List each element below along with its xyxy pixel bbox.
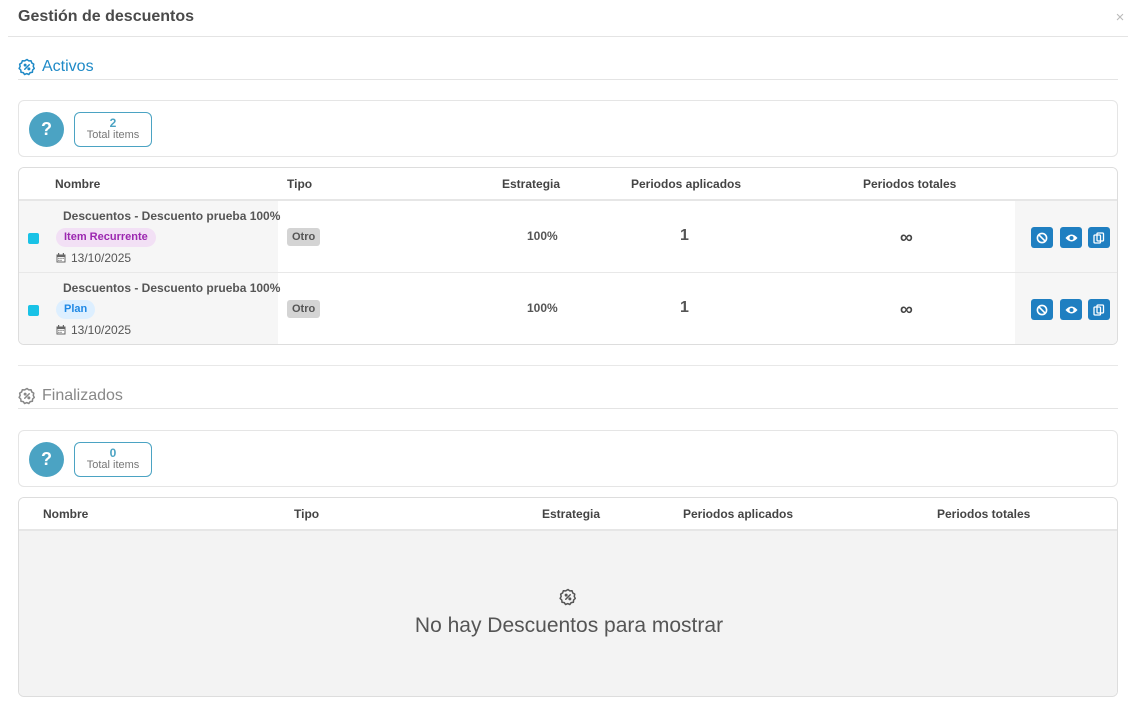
copy-icon [1093, 303, 1105, 316]
section-title-finalizados: Finalizados [18, 383, 1118, 409]
summary-box-finalizados: ? 0 Total items [18, 430, 1118, 487]
ban-icon [1036, 304, 1048, 315]
col-periodos-totales[interactable]: Periodos totales [937, 507, 1030, 521]
modal-header: Gestión de descuentos × [8, 0, 1128, 37]
eye-icon [1065, 306, 1077, 313]
view-button[interactable] [1060, 299, 1082, 320]
tipo-badge: Otro [287, 228, 321, 246]
total-items-count: 2 [109, 116, 117, 130]
date-text: 13/10/2025 [71, 251, 132, 265]
empty-message: No hay Descuentos para mostrar [414, 614, 724, 637]
discount-badge-icon [18, 58, 36, 75]
help-button[interactable]: ? [29, 442, 64, 477]
col-nombre[interactable]: Nombre [43, 507, 88, 521]
table-row: Descuentos - Descuento prueba 100% Item … [19, 201, 1117, 273]
finished-discounts-table: Nombre Tipo Estrategia Periodos aplicado… [18, 497, 1118, 697]
discount-badge-icon [559, 588, 577, 606]
section-divider [18, 365, 1118, 366]
tipo-badge: Otro [287, 300, 321, 318]
deactivate-button[interactable] [1031, 227, 1053, 248]
total-items-label: Total items [86, 459, 140, 471]
table-header: Nombre Tipo Estrategia Periodos aplicado… [19, 168, 1117, 201]
section-title-activos: Activos [18, 54, 1118, 80]
copy-icon [1093, 231, 1105, 244]
col-estrategia[interactable]: Estrategia [542, 507, 600, 521]
copy-button[interactable] [1088, 299, 1110, 320]
modal-title: Gestión de descuentos [18, 8, 195, 25]
table-row: Descuentos - Descuento prueba 100% Plan … [19, 273, 1117, 344]
active-discounts-table: Nombre Tipo Estrategia Periodos aplicado… [18, 167, 1118, 345]
periodos-aplicados-value: 1 [680, 227, 689, 244]
periodos-totales-value: ∞ [900, 227, 913, 247]
eye-icon [1065, 234, 1077, 241]
discount-date: 13/10/2025 [56, 323, 131, 337]
col-nombre[interactable]: Nombre [55, 177, 100, 191]
discount-date: 13/10/2025 [56, 251, 131, 265]
section-label: Activos [42, 57, 94, 75]
ban-icon [1036, 232, 1048, 243]
row-color-marker[interactable] [28, 305, 39, 316]
col-periodos-aplicados[interactable]: Periodos aplicados [631, 177, 741, 191]
summary-box-activos: ? 2 Total items [18, 100, 1118, 157]
close-button[interactable]: × [1112, 9, 1128, 27]
estrategia-value: 100% [527, 229, 558, 243]
calendar-icon [56, 253, 66, 263]
view-button[interactable] [1060, 227, 1082, 248]
total-items-badge: 2 Total items [74, 112, 152, 147]
table-header: Nombre Tipo Estrategia Periodos aplicado… [19, 498, 1117, 531]
section-label: Finalizados [42, 386, 123, 404]
col-periodos-aplicados[interactable]: Periodos aplicados [683, 507, 793, 521]
periodos-aplicados-value: 1 [680, 299, 689, 316]
date-text: 13/10/2025 [71, 323, 132, 337]
periodos-totales-value: ∞ [900, 299, 913, 319]
empty-state: No hay Descuentos para mostrar [19, 531, 1117, 696]
total-items-count: 0 [109, 446, 117, 460]
estrategia-value: 100% [527, 301, 558, 315]
discount-name[interactable]: Descuentos - Descuento prueba 100% [63, 209, 280, 223]
total-items-label: Total items [86, 129, 140, 141]
item-type-tag: Plan [56, 300, 96, 319]
total-items-badge: 0 Total items [74, 442, 152, 477]
help-button[interactable]: ? [29, 112, 64, 147]
col-tipo[interactable]: Tipo [287, 177, 312, 191]
deactivate-button[interactable] [1031, 299, 1053, 320]
row-color-marker[interactable] [28, 233, 39, 244]
copy-button[interactable] [1088, 227, 1110, 248]
col-estrategia[interactable]: Estrategia [502, 177, 560, 191]
item-type-tag: Item Recurrente [56, 228, 156, 247]
calendar-icon [56, 325, 66, 335]
discount-badge-icon [18, 387, 36, 404]
discount-name[interactable]: Descuentos - Descuento prueba 100% [63, 281, 280, 295]
col-periodos-totales[interactable]: Periodos totales [863, 177, 956, 191]
col-tipo[interactable]: Tipo [294, 507, 319, 521]
